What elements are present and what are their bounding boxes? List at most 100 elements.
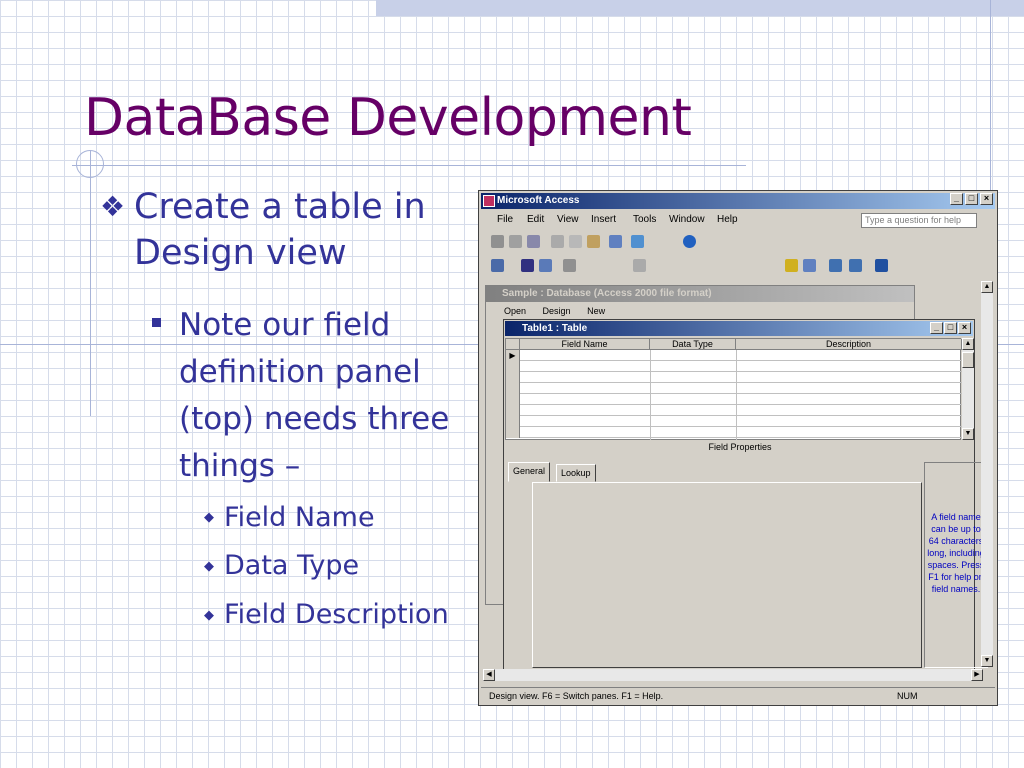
bullet-level2: Note our field definition panel (top) ne… <box>179 307 450 484</box>
field-help-text: A field name can be up to 64 characters … <box>924 462 988 668</box>
menu-insert[interactable]: Insert <box>591 211 616 229</box>
title-rule <box>72 165 746 166</box>
toolbar-design <box>483 255 993 277</box>
main-scrollbar[interactable]: ▲ ▼ <box>981 281 993 667</box>
status-text: Design view. F6 = Switch panes. F1 = Hel… <box>489 691 664 701</box>
menu-file[interactable]: File <box>497 211 513 229</box>
row-selector <box>506 416 520 427</box>
scroll-down-icon[interactable]: ▼ <box>962 428 974 440</box>
row-selector-header <box>506 339 520 350</box>
diamond-small-bullet-icon: ◆ <box>204 608 214 623</box>
ask-question-input[interactable]: Type a question for help <box>861 213 977 228</box>
table-row[interactable] <box>506 405 962 416</box>
grid-scrollbar[interactable]: ▲ ▼ <box>962 338 974 440</box>
diamond-bullet-icon: ❖ <box>100 190 126 223</box>
menu-window[interactable]: Window <box>669 211 705 229</box>
scroll-right-icon[interactable]: ▶ <box>971 669 983 681</box>
save-icon[interactable] <box>521 259 534 272</box>
field-properties-label: Field Properties <box>708 442 772 452</box>
row-selector <box>506 361 520 372</box>
diamond-small-bullet-icon: ◆ <box>204 510 214 525</box>
office-links-icon[interactable] <box>631 235 644 248</box>
row-selector <box>506 394 520 405</box>
slide-title: DataBase Development <box>84 88 692 148</box>
scroll-thumb[interactable] <box>962 352 974 368</box>
table-row[interactable] <box>506 361 962 372</box>
db-open-button[interactable]: Open <box>504 306 526 316</box>
column-data-type: Data Type <box>650 339 736 350</box>
access-titlebar: Microsoft Access <box>481 193 995 209</box>
maximize-button[interactable]: □ <box>965 193 978 205</box>
build-icon[interactable] <box>803 259 816 272</box>
delete-rows-icon[interactable] <box>849 259 862 272</box>
column-divider <box>650 350 651 440</box>
table-row[interactable] <box>506 427 962 438</box>
scroll-up-icon[interactable]: ▲ <box>962 338 974 350</box>
print-icon[interactable] <box>491 235 504 248</box>
spelling-icon[interactable] <box>527 235 540 248</box>
column-divider <box>736 350 737 440</box>
cut-icon[interactable] <box>633 259 646 272</box>
paste-icon[interactable] <box>587 235 600 248</box>
menu-tools[interactable]: Tools <box>633 211 656 229</box>
view-icon[interactable] <box>491 259 504 272</box>
field-grid: Field Name Data Type Description ▶ <box>505 338 962 440</box>
table-row[interactable] <box>506 416 962 427</box>
menu-view[interactable]: View <box>557 211 579 229</box>
row-selector <box>506 372 520 383</box>
tab-general[interactable]: General <box>508 462 551 482</box>
menu-help[interactable]: Help <box>717 211 738 229</box>
access-window: Microsoft Access _ □ × File Edit View In… <box>478 190 998 706</box>
db-new-button[interactable]: New <box>587 306 605 316</box>
top-band <box>376 0 1024 16</box>
db-design-button[interactable]: Design <box>543 306 571 316</box>
status-bar: Design view. F6 = Switch panes. F1 = Hel… <box>481 687 995 703</box>
database-toolbar: Open Design New <box>490 306 605 316</box>
subbullet-data-type: Data Type <box>224 550 360 581</box>
toolbar-standard <box>483 231 993 253</box>
table-row[interactable] <box>506 372 962 383</box>
table-row[interactable] <box>506 394 962 405</box>
circle-ornament <box>76 150 104 178</box>
print-icon[interactable] <box>563 259 576 272</box>
table-design-window: Table1 : Table _ □ × Field Name Data Typ… <box>503 319 988 671</box>
table-close-button[interactable]: × <box>958 322 971 334</box>
table-minimize-button[interactable]: _ <box>930 322 943 334</box>
diamond-small-bullet-icon: ◆ <box>204 559 214 574</box>
current-row-icon: ▶ <box>506 350 520 361</box>
column-field-name: Field Name <box>520 339 650 350</box>
table-row[interactable]: ▶ <box>506 350 962 361</box>
search-icon[interactable] <box>539 259 552 272</box>
help-icon[interactable] <box>683 235 696 248</box>
menu-edit[interactable]: Edit <box>527 211 544 229</box>
row-selector <box>506 427 520 438</box>
undo-icon[interactable] <box>609 235 622 248</box>
field-properties-panel <box>532 482 922 668</box>
scroll-left-icon[interactable]: ◀ <box>483 669 495 681</box>
preview-icon[interactable] <box>509 235 522 248</box>
right-rule <box>990 0 991 190</box>
tab-lookup[interactable]: Lookup <box>556 464 596 482</box>
insert-rows-icon[interactable] <box>829 259 842 272</box>
table-row[interactable] <box>506 383 962 394</box>
horizontal-scrollbar[interactable]: ◀ ▶ <box>483 669 983 681</box>
primary-key-icon[interactable] <box>785 259 798 272</box>
cut-icon[interactable] <box>551 235 564 248</box>
table-maximize-button[interactable]: □ <box>944 322 957 334</box>
close-button[interactable]: × <box>980 193 993 205</box>
table-window-title: Table1 : Table <box>505 321 973 336</box>
scroll-up-icon[interactable]: ▲ <box>981 281 993 293</box>
properties-icon[interactable] <box>875 259 888 272</box>
bullet-level1: Create a table in Design view <box>134 187 426 273</box>
access-title: Microsoft Access <box>497 195 580 206</box>
column-description: Description <box>736 339 962 350</box>
row-selector <box>506 405 520 416</box>
scroll-down-icon[interactable]: ▼ <box>981 655 993 667</box>
database-window-title: Sample : Database (Access 2000 file form… <box>486 286 914 302</box>
minimize-button[interactable]: _ <box>950 193 963 205</box>
row-selector <box>506 383 520 394</box>
subbullet-field-name: Field Name <box>224 502 375 533</box>
subbullet-field-description: Field Description <box>224 599 449 630</box>
copy-icon[interactable] <box>569 235 582 248</box>
num-lock-indicator: NUM <box>897 691 918 701</box>
